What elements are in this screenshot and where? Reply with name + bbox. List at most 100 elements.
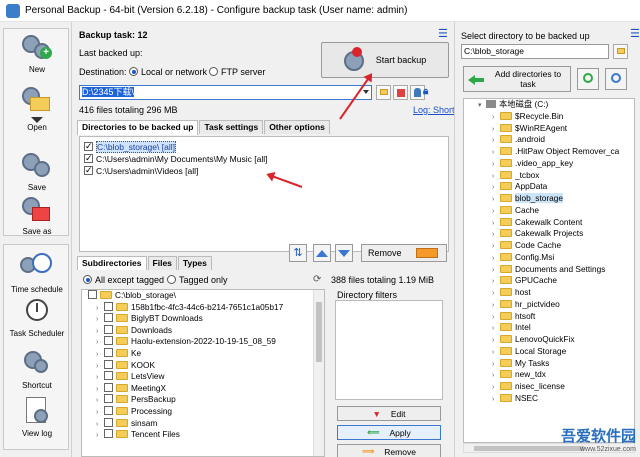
start-backup-button[interactable]: Start backup: [321, 42, 449, 78]
tree-item[interactable]: › host: [464, 287, 634, 299]
list-item[interactable]: C:\Users\admin\Videos [all]: [80, 164, 448, 177]
tree-item[interactable]: › LetsView: [82, 371, 324, 383]
checkbox[interactable]: [104, 347, 113, 357]
task-scheduler-button[interactable]: Task Scheduler: [4, 297, 70, 338]
chevron-right-icon[interactable]: ›: [492, 394, 500, 406]
dir-filters-list[interactable]: [335, 300, 443, 400]
scrollbar[interactable]: [313, 290, 324, 456]
tree-item[interactable]: › Cache: [464, 205, 634, 217]
chevron-down-icon[interactable]: [363, 90, 369, 94]
new-button[interactable]: + New: [4, 33, 70, 74]
backup-dir-list[interactable]: C:\blob_storage\ [all] C:\Users\admin\My…: [79, 136, 449, 252]
tab-subdirectories[interactable]: Subdirectories: [77, 256, 147, 270]
tree-item[interactable]: › $Recycle.Bin: [464, 111, 634, 123]
chevron-right-icon[interactable]: ›: [96, 430, 104, 442]
remove-dir-button[interactable]: Remove: [361, 244, 447, 262]
dest-local-radio[interactable]: Local or network: [129, 67, 207, 77]
tree-item[interactable]: › AppData: [464, 181, 634, 193]
tree-item[interactable]: › Cakewalk Projects: [464, 228, 634, 240]
checkbox[interactable]: [104, 417, 113, 427]
time-schedule-button[interactable]: Time schedule: [4, 253, 70, 294]
add-directories-button[interactable]: Add directories to task: [463, 66, 571, 92]
tree-item[interactable]: › Downloads: [82, 324, 324, 337]
menu-icon[interactable]: ☰: [438, 27, 448, 40]
tree-item[interactable]: › My Tasks: [464, 358, 634, 370]
checkbox[interactable]: [104, 371, 113, 381]
browse-folder-button[interactable]: [613, 44, 628, 59]
tree-item[interactable]: › .android: [464, 134, 634, 146]
tree-item[interactable]: › htsoft: [464, 311, 634, 323]
tree-item[interactable]: › blob_storage: [464, 193, 634, 205]
checkbox[interactable]: [104, 382, 113, 392]
all-except-radio[interactable]: All except tagged: [83, 275, 164, 285]
tree-item[interactable]: › NSEC: [464, 393, 634, 405]
tree-item[interactable]: › Haolu-extension-2022-10-19-15_08_59: [82, 336, 324, 348]
list-item[interactable]: C:\blob_storage\ [all]: [80, 140, 448, 153]
move-down-button[interactable]: [335, 244, 353, 262]
tree-item[interactable]: › Tencent Files: [82, 429, 324, 441]
save-as-button[interactable]: Save as: [4, 195, 70, 236]
tree-item[interactable]: › _tcbox: [464, 170, 634, 182]
tree-item[interactable]: › .HitPaw Object Remover_ca: [464, 146, 634, 158]
tab-other-options[interactable]: Other options: [264, 120, 330, 134]
tree-item[interactable]: › BiglyBT Downloads: [82, 313, 324, 325]
tree-item[interactable]: › nisec_license: [464, 381, 634, 393]
find-button[interactable]: [605, 68, 627, 90]
tree-item[interactable]: › Intel: [464, 322, 634, 334]
tree-item[interactable]: › sinsam: [82, 417, 324, 430]
checkbox[interactable]: [104, 313, 113, 323]
tree-item[interactable]: › GPUCache: [464, 275, 634, 287]
browse-folder-button[interactable]: [376, 85, 391, 100]
tree-item[interactable]: › LenovoQuickFix: [464, 334, 634, 346]
open-button[interactable]: Open: [4, 85, 70, 132]
checkbox[interactable]: [104, 405, 113, 415]
checkbox[interactable]: [104, 301, 113, 311]
remove-filter-button[interactable]: ⟹ Remove: [337, 444, 441, 457]
tab-task-settings[interactable]: Task settings: [199, 120, 264, 134]
tab-directories[interactable]: Directories to be backed up: [77, 120, 199, 135]
save-button[interactable]: Save: [4, 151, 70, 192]
tree-item[interactable]: › Config.Msi: [464, 252, 634, 264]
tree-item[interactable]: › Cakewalk Content: [464, 217, 634, 229]
lock-icon[interactable]: 🔒︎: [423, 86, 428, 97]
tree-item[interactable]: › Local Storage: [464, 346, 634, 358]
checkbox[interactable]: [104, 336, 113, 346]
shortcut-button[interactable]: Shortcut: [4, 349, 70, 390]
subdir-tree[interactable]: C:\blob_storage\ › 158b1fbc-4fc3-44c6-b21…: [81, 289, 325, 457]
edit-filter-button[interactable]: ▼ Edit: [337, 406, 441, 421]
tree-item[interactable]: › Documents and Settings: [464, 264, 634, 276]
tree-item[interactable]: › new_tdx: [464, 369, 634, 381]
checkbox[interactable]: [104, 359, 113, 369]
tab-files[interactable]: Files: [147, 256, 177, 270]
sort-button[interactable]: ⇅: [289, 244, 307, 262]
tree-item[interactable]: › 158b1fbc-4fc3-44c6-b214-7651c1a05b17: [82, 301, 324, 314]
scrollbar-thumb[interactable]: [316, 302, 322, 362]
checkbox[interactable]: [104, 394, 113, 404]
tree-root[interactable]: ▾ 本地磁盘 (C:): [464, 99, 634, 111]
checkbox[interactable]: [84, 140, 93, 152]
settings-button[interactable]: [393, 85, 408, 100]
directory-tree[interactable]: ▾ 本地磁盘 (C:) › $Recycle.Bin › $WinREAgent › .an…: [463, 98, 635, 443]
selected-dir-input[interactable]: C:\blob_storage: [461, 44, 609, 59]
tagged-only-radio[interactable]: Tagged only: [167, 275, 228, 285]
tree-root[interactable]: C:\blob_storage\: [82, 290, 324, 302]
checkbox[interactable]: [88, 290, 97, 299]
menu-icon[interactable]: ☰: [630, 27, 640, 40]
tree-item[interactable]: › .video_app_key: [464, 158, 634, 170]
move-up-button[interactable]: [313, 244, 331, 262]
tree-item[interactable]: › PersBackup: [82, 394, 324, 406]
list-item[interactable]: C:\Users\admin\My Documents\My Music [al…: [80, 152, 448, 165]
tree-item[interactable]: › KOOK: [82, 359, 324, 372]
checkbox[interactable]: [104, 324, 113, 334]
checkbox[interactable]: [84, 164, 93, 176]
destination-path-input[interactable]: D:\2345下载\: [79, 85, 372, 100]
view-log-button[interactable]: View log: [4, 397, 70, 438]
tree-item[interactable]: › hr_pictvideo: [464, 299, 634, 311]
refresh-icon[interactable]: ⟳: [313, 274, 321, 285]
tree-item[interactable]: › Code Cache: [464, 240, 634, 252]
tree-item[interactable]: › MeetingX: [82, 382, 324, 395]
checkbox[interactable]: [104, 429, 113, 439]
tree-item[interactable]: › $WinREAgent: [464, 123, 634, 135]
tree-item[interactable]: › Processing: [82, 405, 324, 418]
tab-types[interactable]: Types: [177, 256, 212, 270]
